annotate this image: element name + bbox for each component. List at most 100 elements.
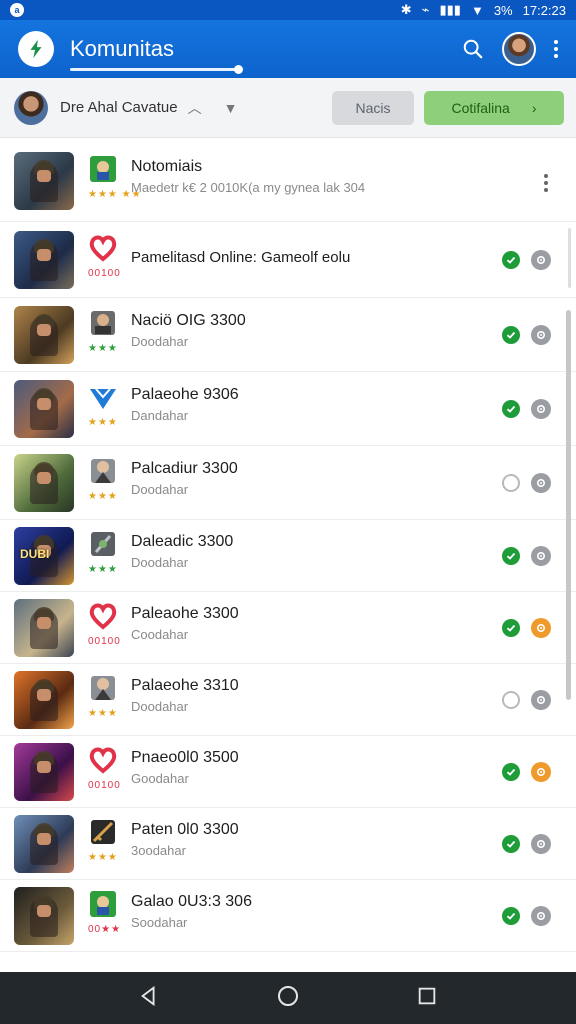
app-logo-icon[interactable]: [18, 31, 54, 67]
list-item[interactable]: ★★★ Paten 0l0 3300 3oodahar: [0, 808, 576, 880]
clock: 17:2:23: [522, 2, 566, 18]
filter-label[interactable]: Dre Ahal Cavatue: [60, 99, 178, 116]
list-item[interactable]: ★★★ ★★ Notomiais Maedetr k€ 2 0010K(a my g…: [0, 140, 576, 222]
more-options-icon[interactable]: [554, 40, 558, 58]
rating-stars: 00★★: [88, 924, 122, 935]
game-subtitle: Maedetr k€ 2 0010K(a my gynea lak 304: [131, 180, 366, 195]
rating-stars: 00100: [88, 636, 121, 647]
settings-icon[interactable]: [531, 618, 551, 638]
game-thumbnail[interactable]: [14, 599, 74, 657]
game-subtitle: Dandahar: [131, 408, 189, 423]
row-more-icon[interactable]: [544, 174, 548, 192]
rating-stars: 00100: [88, 268, 121, 279]
settings-icon[interactable]: [531, 546, 551, 566]
settings-icon[interactable]: [531, 690, 551, 710]
check-icon[interactable]: [502, 835, 520, 853]
check-icon[interactable]: [502, 400, 520, 418]
title-area: Komunitas: [70, 36, 243, 74]
rating-stars: ★★★: [88, 491, 118, 502]
notification-icon: a: [10, 3, 24, 17]
bluetooth-icon: ✱: [400, 2, 412, 17]
chevron-right-icon: ›: [531, 100, 537, 116]
primary-button[interactable]: Cotifalina ›: [424, 91, 564, 125]
game-subtitle: Coodahar: [131, 627, 189, 642]
settings-icon[interactable]: [531, 762, 551, 782]
game-title: Palaeohe 9306: [131, 386, 239, 403]
game-thumbnail[interactable]: [14, 306, 74, 364]
home-icon[interactable]: [276, 984, 300, 1013]
check-icon[interactable]: [502, 547, 520, 565]
list-item[interactable]: 00100 Pnaeo0l0 3500 Goodahar: [0, 736, 576, 808]
search-icon[interactable]: [462, 38, 484, 60]
neutral-button-label: Nacis: [355, 100, 391, 116]
game-thumbnail[interactable]: [14, 454, 74, 512]
list-item[interactable]: ★★★ Palaeohe 9306 Dandahar: [0, 372, 576, 446]
blue-diamond-icon: [88, 382, 118, 412]
list-item[interactable]: 00100 Pamelitasd Online: Gameolf eolu: [0, 222, 576, 298]
warrior-icon: [88, 456, 118, 486]
settings-icon[interactable]: [531, 473, 551, 493]
check-icon[interactable]: [502, 251, 520, 269]
list-item[interactable]: ★★★ Palcadiur 3300 Doodahar: [0, 446, 576, 520]
game-thumbnail[interactable]: [14, 380, 74, 438]
game-title: Pnaeo0l0 3500: [131, 749, 239, 766]
signal-icon: ▮▮▮: [439, 2, 461, 17]
list-item[interactable]: ★★★ Palaeohe 3310 Doodahar: [0, 664, 576, 736]
neutral-button[interactable]: Nacis: [332, 91, 414, 125]
game-subtitle: Doodahar: [131, 555, 189, 570]
recents-icon[interactable]: [416, 985, 438, 1012]
game-title: Paten 0l0 3300: [131, 821, 239, 838]
settings-icon[interactable]: [531, 399, 551, 419]
check-icon[interactable]: [502, 907, 520, 925]
settings-icon[interactable]: [531, 325, 551, 345]
list-item[interactable]: ★★★ Naciö OIG 3300 Doodahar: [0, 298, 576, 372]
rating-stars: ★★★: [88, 708, 118, 719]
user-avatar[interactable]: [14, 90, 48, 125]
game-title: Galao 0U3:3 306: [131, 893, 252, 910]
back-icon[interactable]: [138, 985, 160, 1012]
game-thumbnail[interactable]: [14, 231, 74, 289]
chevron-up-icon[interactable]: ︿: [188, 98, 202, 118]
title-underline-knob: [234, 65, 243, 74]
status-bar: a ✱ ⌁ ▮▮▮ ▼ 3% 17:2:23: [0, 0, 576, 20]
wifi-icon: ▼: [470, 2, 484, 18]
game-title: Naciö OIG 3300: [131, 312, 246, 329]
game-thumbnail[interactable]: [14, 671, 74, 729]
green-game-icon: [88, 889, 118, 919]
check-icon[interactable]: [502, 619, 520, 637]
list-item[interactable]: DUBI ★★★ Daleadic 3300 Doodahar: [0, 520, 576, 592]
profile-avatar[interactable]: [502, 32, 536, 66]
game-thumbnail[interactable]: DUBI: [14, 527, 74, 585]
game-list: ★★★ ★★ Notomiais Maedetr k€ 2 0010K(a my g…: [0, 140, 576, 972]
list-item[interactable]: 00★★ Galao 0U3:3 306 Soodahar: [0, 880, 576, 952]
sword-icon: [88, 817, 118, 847]
shield-icon: [88, 529, 118, 559]
game-thumbnail[interactable]: [14, 743, 74, 801]
radio-empty-icon[interactable]: [502, 691, 520, 709]
radio-empty-icon[interactable]: [502, 474, 520, 492]
green-game-icon: [88, 154, 118, 184]
rating-stars: 00100: [88, 780, 121, 791]
game-title: Notomiais: [131, 158, 203, 175]
game-thumbnail[interactable]: [14, 887, 74, 945]
navigation-bar: [0, 972, 576, 1024]
game-subtitle: Doodahar: [131, 482, 189, 497]
game-thumbnail[interactable]: [14, 815, 74, 873]
game-thumbnail[interactable]: [14, 152, 74, 210]
settings-icon[interactable]: [531, 906, 551, 926]
settings-icon[interactable]: [531, 250, 551, 270]
warrior-icon: [88, 673, 118, 703]
rating-stars: ★★★: [88, 417, 118, 428]
list-item[interactable]: 00100 Paleaohe 3300 Coodahar: [0, 592, 576, 664]
chevron-down-icon[interactable]: ▼: [224, 100, 238, 116]
rating-stars: ★★★: [88, 564, 118, 575]
game-subtitle: Goodahar: [131, 771, 189, 786]
check-icon[interactable]: [502, 326, 520, 344]
scrollbar[interactable]: [566, 310, 571, 700]
red-heart-icon: [88, 601, 118, 631]
game-subtitle: Doodahar: [131, 699, 189, 714]
rating-stars: ★★★: [88, 343, 118, 354]
settings-icon[interactable]: [531, 834, 551, 854]
app-bar: Komunitas: [0, 20, 576, 78]
check-icon[interactable]: [502, 763, 520, 781]
